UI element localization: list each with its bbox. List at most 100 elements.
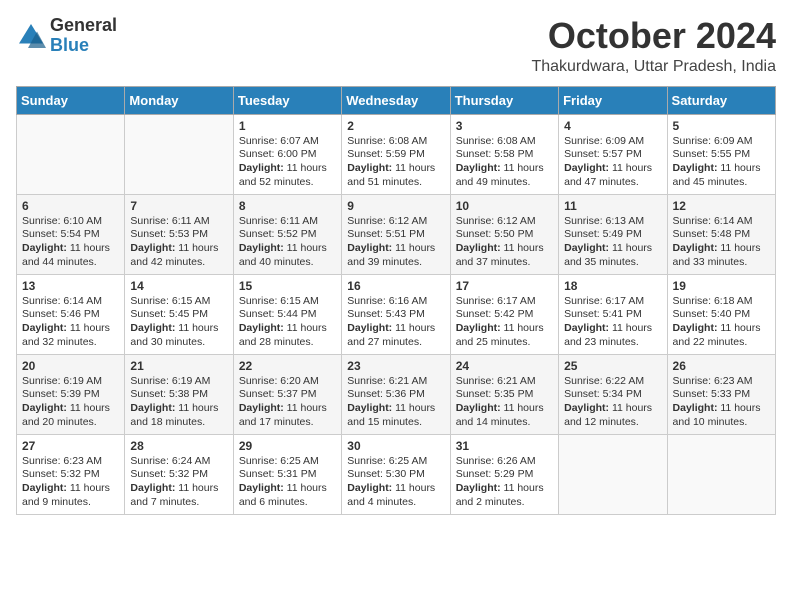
day-info: Sunrise: 6:15 AM [130, 295, 227, 309]
day-info: Sunrise: 6:21 AM [347, 375, 444, 389]
weekday-header-tuesday: Tuesday [233, 86, 341, 114]
day-number: 14 [130, 279, 227, 293]
logo: General Blue [16, 16, 117, 56]
calendar-cell: 24Sunrise: 6:21 AMSunset: 5:35 PMDayligh… [450, 354, 558, 434]
day-info: Daylight: 11 hours and 25 minutes. [456, 322, 553, 349]
calendar-cell: 4 Sunrise: 6:09 AMSunset: 5:57 PMDaylight… [559, 114, 667, 194]
calendar-week-row: 20Sunrise: 6:19 AMSunset: 5:39 PMDayligh… [17, 354, 776, 434]
calendar-cell [125, 114, 233, 194]
day-info: Sunrise: 6:11 AM [130, 215, 227, 229]
calendar-cell: 12 Sunrise: 6:14 AMSunset: 5:48 PMDayligh… [667, 194, 775, 274]
weekday-header-row: SundayMondayTuesdayWednesdayThursdayFrid… [17, 86, 776, 114]
calendar-cell: 8Sunrise: 6:11 AMSunset: 5:52 PMDaylight… [233, 194, 341, 274]
day-info: Sunrise: 6:15 AM [239, 295, 336, 309]
day-info: Sunrise: 6:09 AM [673, 135, 770, 149]
day-info: Sunset: 5:55 PM [673, 148, 770, 162]
day-info: Sunrise: 6:22 AM [564, 375, 661, 389]
day-number: 5 [673, 119, 770, 133]
day-number: 23 [347, 359, 444, 373]
calendar-cell [559, 434, 667, 514]
title-block: October 2024 Thakurdwara, Uttar Pradesh,… [531, 16, 776, 76]
day-info: Daylight: 11 hours and 22 minutes. [673, 322, 770, 349]
calendar-cell: 29Sunrise: 6:25 AMSunset: 5:31 PMDayligh… [233, 434, 341, 514]
day-info: Daylight: 11 hours and 45 minutes. [673, 162, 770, 189]
day-info: Daylight: 11 hours and 6 minutes. [239, 482, 336, 509]
day-info: Sunrise: 6:07 AM [239, 135, 336, 149]
calendar-cell: 10Sunrise: 6:12 AMSunset: 5:50 PMDayligh… [450, 194, 558, 274]
day-info: Sunset: 5:44 PM [239, 308, 336, 322]
calendar-cell: 2Sunrise: 6:08 AMSunset: 5:59 PMDaylight… [342, 114, 450, 194]
logo-blue-text: Blue [50, 36, 117, 56]
day-info: Sunset: 5:57 PM [564, 148, 661, 162]
day-info: Sunset: 5:41 PM [564, 308, 661, 322]
day-number: 28 [130, 439, 227, 453]
day-info: Sunset: 5:53 PM [130, 228, 227, 242]
day-info: Sunrise: 6:20 AM [239, 375, 336, 389]
day-info: Sunrise: 6:08 AM [347, 135, 444, 149]
day-info: Sunrise: 6:26 AM [456, 455, 553, 469]
calendar-cell: 26Sunrise: 6:23 AMSunset: 5:33 PMDayligh… [667, 354, 775, 434]
day-info: Sunrise: 6:17 AM [564, 295, 661, 309]
day-info: Daylight: 11 hours and 47 minutes. [564, 162, 661, 189]
day-info: Sunset: 5:31 PM [239, 468, 336, 482]
day-number: 18 [564, 279, 661, 293]
day-info: Daylight: 11 hours and 9 minutes. [22, 482, 119, 509]
day-info: Sunrise: 6:18 AM [673, 295, 770, 309]
day-info: Sunset: 5:39 PM [22, 388, 119, 402]
day-number: 10 [456, 199, 553, 213]
day-info: Sunset: 5:32 PM [22, 468, 119, 482]
day-info: Sunrise: 6:14 AM [673, 215, 770, 229]
calendar-cell: 17Sunrise: 6:17 AMSunset: 5:42 PMDayligh… [450, 274, 558, 354]
weekday-header-saturday: Saturday [667, 86, 775, 114]
day-info: Daylight: 11 hours and 33 minutes. [673, 242, 770, 269]
day-number: 16 [347, 279, 444, 293]
day-number: 11 [564, 199, 661, 213]
day-number: 4 [564, 119, 661, 133]
day-info: Daylight: 11 hours and 52 minutes. [239, 162, 336, 189]
day-info: Daylight: 11 hours and 51 minutes. [347, 162, 444, 189]
day-info: Sunrise: 6:19 AM [130, 375, 227, 389]
day-info: Sunrise: 6:12 AM [456, 215, 553, 229]
day-info: Sunset: 5:29 PM [456, 468, 553, 482]
day-info: Sunset: 5:48 PM [673, 228, 770, 242]
day-info: Daylight: 11 hours and 37 minutes. [456, 242, 553, 269]
logo-icon [16, 21, 46, 51]
calendar-cell [17, 114, 125, 194]
calendar-cell: 3Sunrise: 6:08 AMSunset: 5:58 PMDaylight… [450, 114, 558, 194]
weekday-header-wednesday: Wednesday [342, 86, 450, 114]
calendar-cell: 5 Sunrise: 6:09 AMSunset: 5:55 PMDaylight… [667, 114, 775, 194]
day-info: Sunrise: 6:24 AM [130, 455, 227, 469]
day-info: Daylight: 11 hours and 27 minutes. [347, 322, 444, 349]
day-info: Daylight: 11 hours and 10 minutes. [673, 402, 770, 429]
day-info: Sunset: 5:38 PM [130, 388, 227, 402]
day-info: Daylight: 11 hours and 2 minutes. [456, 482, 553, 509]
day-number: 12 [673, 199, 770, 213]
day-info: Sunrise: 6:16 AM [347, 295, 444, 309]
day-info: Daylight: 11 hours and 32 minutes. [22, 322, 119, 349]
day-info: Sunset: 5:30 PM [347, 468, 444, 482]
day-info: Daylight: 11 hours and 15 minutes. [347, 402, 444, 429]
day-number: 15 [239, 279, 336, 293]
day-info: Sunset: 5:36 PM [347, 388, 444, 402]
day-number: 19 [673, 279, 770, 293]
day-info: Sunrise: 6:25 AM [347, 455, 444, 469]
calendar-cell [667, 434, 775, 514]
calendar-cell: 28Sunrise: 6:24 AMSunset: 5:32 PMDayligh… [125, 434, 233, 514]
day-info: Sunset: 5:35 PM [456, 388, 553, 402]
day-info: Sunset: 5:58 PM [456, 148, 553, 162]
calendar-cell: 6Sunrise: 6:10 AMSunset: 5:54 PMDaylight… [17, 194, 125, 274]
day-info: Daylight: 11 hours and 17 minutes. [239, 402, 336, 429]
day-info: Sunset: 5:32 PM [130, 468, 227, 482]
calendar-cell: 9Sunrise: 6:12 AMSunset: 5:51 PMDaylight… [342, 194, 450, 274]
day-info: Daylight: 11 hours and 35 minutes. [564, 242, 661, 269]
weekday-header-thursday: Thursday [450, 86, 558, 114]
day-info: Sunset: 5:33 PM [673, 388, 770, 402]
day-number: 7 [130, 199, 227, 213]
day-number: 31 [456, 439, 553, 453]
day-info: Sunrise: 6:09 AM [564, 135, 661, 149]
location-subtitle: Thakurdwara, Uttar Pradesh, India [531, 58, 776, 76]
day-info: Sunset: 5:34 PM [564, 388, 661, 402]
day-info: Daylight: 11 hours and 12 minutes. [564, 402, 661, 429]
day-number: 6 [22, 199, 119, 213]
calendar-cell: 11Sunrise: 6:13 AMSunset: 5:49 PMDayligh… [559, 194, 667, 274]
